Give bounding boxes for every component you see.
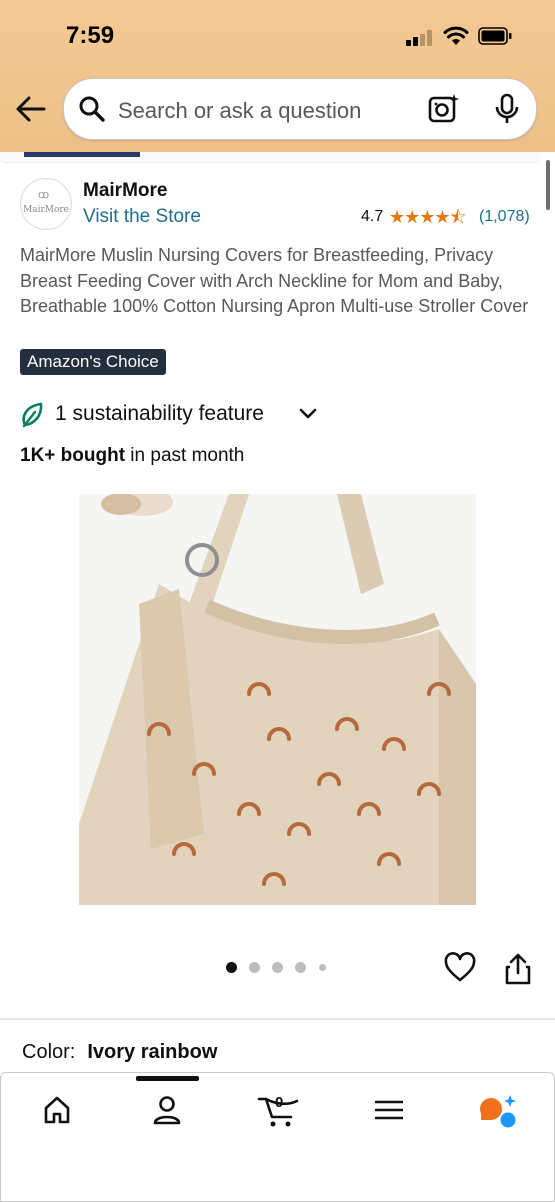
home-icon[interactable] [43,1095,71,1125]
cart-count: 0 [275,1094,284,1111]
color-value: Ivory rainbow [87,1041,218,1063]
battery-icon [478,27,512,45]
search-bar[interactable]: Search or ask a question [63,78,537,140]
rating-value[interactable]: 4.7 [361,208,383,226]
search-placeholder[interactable]: Search or ask a question [118,98,361,124]
carousel-dot[interactable] [319,964,326,971]
amazons-choice-badge: Amazon's Choice [20,349,166,375]
brand-name: MairMore [83,180,168,201]
nursing-cover-illustration [79,494,476,905]
bought-rest: in past month [125,445,245,466]
brand-logo[interactable]: ꝏ MairMore [20,178,72,230]
person-icon[interactable] [153,1095,181,1125]
carousel-dot[interactable] [226,962,237,973]
wifi-icon [443,26,469,45]
cellular-signal-icon [406,30,434,46]
product-title: MairMore Muslin Nursing Covers for Breas… [20,245,529,316]
microphone-icon[interactable] [494,93,520,125]
scrollbar[interactable] [546,160,550,210]
sustainability-label: 1 sustainability feature [55,402,264,425]
top-header: 7:59 Search or ask a question [0,0,555,152]
brand-logo-text: MairMore [22,205,70,215]
carousel-dot[interactable] [249,962,260,973]
status-time: 7:59 [66,22,115,49]
carousel-dot[interactable] [295,962,306,973]
search-icon [79,96,105,122]
sheet-handle[interactable] [136,1076,199,1081]
star-rating-icon[interactable]: ★★★★⯪ [389,205,467,235]
bottom-navigation [0,1072,555,1202]
product-image[interactable] [79,494,476,905]
leaf-icon [22,402,43,428]
visit-store-link[interactable]: Visit the Store [83,206,201,228]
bought-bold: 1K+ bought [20,445,126,466]
share-icon[interactable] [504,952,532,986]
color-variant-row: Color: Ivory rainbow [22,1041,217,1064]
chevron-down-icon [299,408,317,419]
hamburger-icon[interactable] [375,1095,403,1125]
assistant-icon[interactable] [479,1095,519,1131]
heart-icon[interactable] [444,952,476,984]
color-label: Color: [22,1041,76,1063]
camera-lens-icon[interactable] [428,93,460,125]
arrow-left-icon[interactable] [14,93,48,125]
rating-count-link[interactable]: (1,078) [479,208,530,226]
section-divider [0,1018,555,1020]
image-thumbnail-strip [0,152,540,163]
carousel-dot[interactable] [272,962,283,973]
bought-count: 1K+ bought in past month [20,445,244,467]
